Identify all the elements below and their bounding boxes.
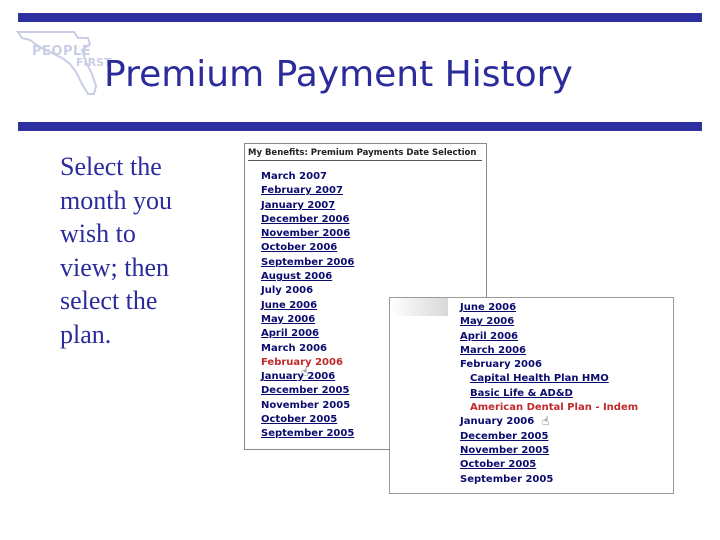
bottom-divider-bar: [18, 122, 702, 131]
month-list-item: June 2006: [261, 299, 354, 313]
month-list-item: April 2006: [460, 330, 638, 344]
month-list-item: September 2005: [460, 473, 638, 487]
month-link[interactable]: December 2005: [460, 431, 548, 442]
month-link: January 2006: [460, 416, 535, 428]
month-list-item: December 2005: [460, 430, 638, 444]
month-link[interactable]: December 2005: [261, 385, 349, 396]
plan-link[interactable]: Capital Health Plan HMO: [470, 373, 609, 384]
month-link: July 2006: [261, 285, 314, 297]
month-list-item: March 2006: [460, 344, 638, 358]
month-list-item: September 2006: [261, 256, 354, 270]
hand-cursor-icon: ☝: [301, 365, 309, 379]
month-list-item: November 2006: [261, 227, 354, 241]
month-list-item: September 2005: [261, 427, 354, 441]
plan-list-item: American Dental Plan - Indem: [470, 401, 638, 415]
month-list-item: May 2006: [261, 313, 354, 327]
month-list-item: July 2006: [261, 284, 354, 298]
date-selection-header: My Benefits: Premium Payments Date Selec…: [248, 148, 482, 161]
month-list-item: May 2006: [460, 315, 638, 329]
slide-body-text: Select the month you wish to view; then …: [60, 152, 172, 349]
plan-link[interactable]: American Dental Plan - Indem: [470, 402, 638, 413]
month-list-item: October 2005: [261, 413, 354, 427]
month-link: March 2006: [261, 342, 327, 354]
month-link[interactable]: October 2005: [460, 459, 536, 470]
month-link[interactable]: August 2006: [261, 271, 332, 282]
month-list-item: October 2006: [261, 241, 354, 255]
month-list-item: January 2007: [261, 199, 354, 213]
plan-link[interactable]: Basic Life & AD&D: [470, 388, 573, 399]
month-link[interactable]: April 2006: [261, 328, 319, 339]
month-link[interactable]: September 2006: [261, 257, 354, 268]
month-link[interactable]: February 2007: [261, 185, 343, 196]
month-list-item: August 2006: [261, 270, 354, 284]
month-link[interactable]: January 2006: [261, 371, 335, 382]
month-link: November 2005: [261, 399, 351, 411]
screenshot-fade-edge: [390, 298, 448, 316]
plan-list-item: Basic Life & AD&D: [470, 387, 638, 401]
slide-title: Premium Payment History: [104, 54, 573, 95]
month-link[interactable]: November 2005: [460, 445, 549, 456]
month-link[interactable]: June 2006: [460, 302, 516, 313]
month-link[interactable]: May 2006: [261, 314, 315, 325]
month-list-item: February 2007: [261, 184, 354, 198]
month-list-item: December 2006: [261, 213, 354, 227]
plan-selection-screenshot: June 2006 May 2006 April 2006 March 2006 Feb…: [389, 297, 674, 494]
plan-group: Capital Health Plan HMO Basic Life & AD&D…: [460, 372, 638, 415]
month-link[interactable]: September 2005: [261, 428, 354, 439]
month-link: September 2005: [460, 473, 554, 485]
month-list-item: October 2005: [460, 458, 638, 472]
month-link[interactable]: March 2006: [460, 345, 526, 356]
month-link[interactable]: January 2007: [261, 200, 335, 211]
top-divider-bar: [18, 13, 702, 22]
month-link[interactable]: November 2006: [261, 228, 350, 239]
month-link[interactable]: April 2006: [460, 331, 518, 342]
plan-list-item: Capital Health Plan HMO: [470, 372, 638, 386]
month-list-item: November 2005: [460, 444, 638, 458]
month-list-item: March 2007: [261, 170, 354, 184]
month-list-item: February 2006: [460, 358, 638, 372]
month-link[interactable]: May 2006: [460, 316, 514, 327]
month-list-item: March 2006: [261, 342, 354, 356]
month-link[interactable]: June 2006: [261, 300, 317, 311]
month-list-item: December 2005: [261, 384, 354, 398]
month-link: March 2007: [261, 171, 327, 182]
month-list-item: November 2005: [261, 399, 354, 413]
month-list: March 2007 February 2007 January 2007 Decem…: [261, 170, 354, 442]
plan-list: Capital Health Plan HMO Basic Life & AD&D…: [460, 372, 638, 415]
month-link[interactable]: October 2006: [261, 242, 337, 253]
month-link[interactable]: October 2005: [261, 414, 337, 425]
month-plan-list: June 2006 May 2006 April 2006 March 2006 Feb…: [460, 301, 638, 487]
month-link: February 2006: [460, 359, 542, 371]
hand-cursor-icon: ☝: [542, 414, 550, 428]
month-list-item: June 2006: [460, 301, 638, 315]
month-link[interactable]: December 2006: [261, 214, 349, 225]
month-list-item: April 2006: [261, 327, 354, 341]
